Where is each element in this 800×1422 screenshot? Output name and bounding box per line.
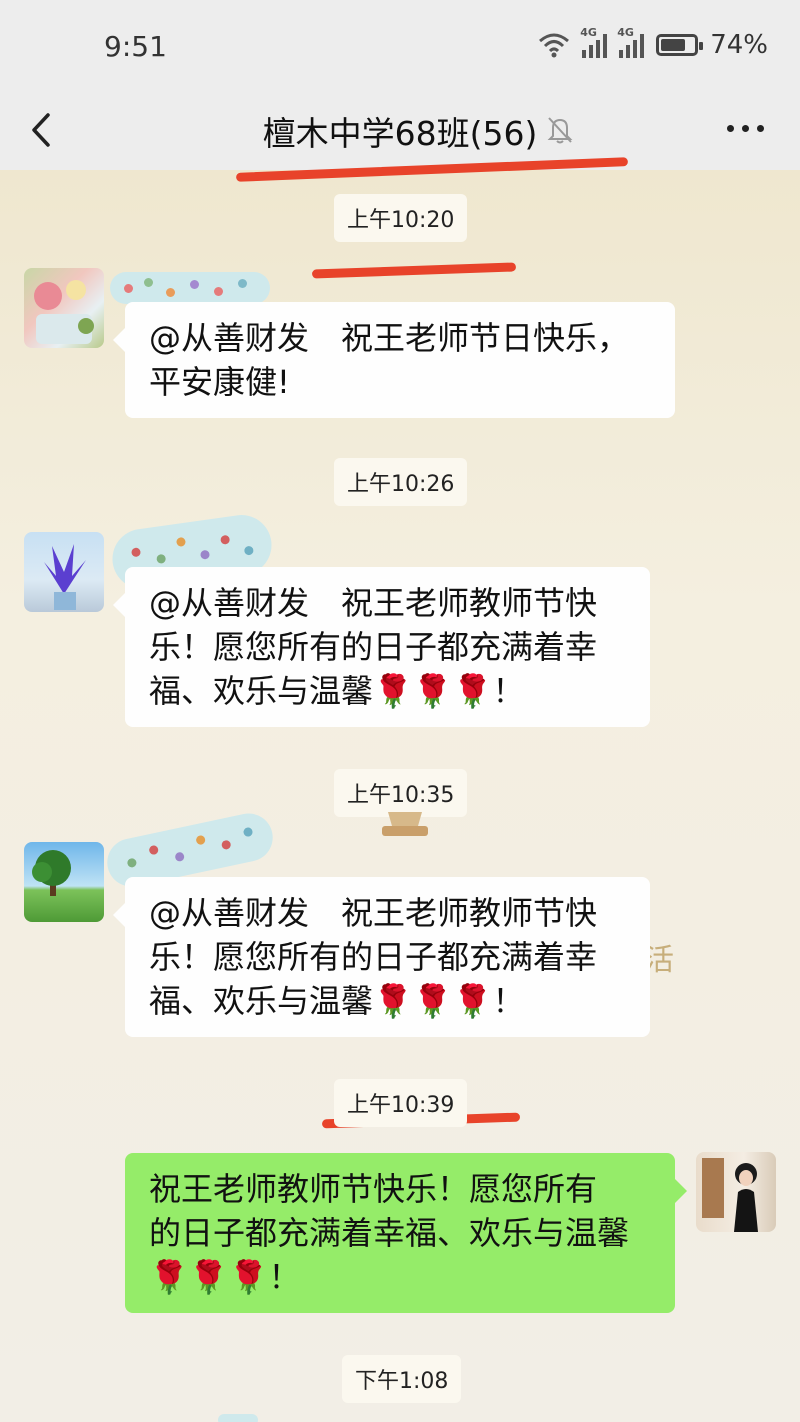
- avatar-image: [34, 280, 94, 344]
- battery-fill: [661, 39, 685, 51]
- signal-icon-2: 4G: [617, 26, 645, 58]
- message-timestamp: 上午10:39: [334, 1079, 468, 1127]
- message-bubble[interactable]: @从善财发 祝王老师教师节快 乐！愿您所有的日子都充满着幸 福、欢乐与温馨🌹🌹🌹…: [113, 877, 650, 1037]
- avatar[interactable]: [24, 532, 104, 612]
- message-bubble[interactable]: @从善财发 祝王老师教师节快 乐！愿您所有的日子都充满着幸 福、欢乐与温馨🌹🌹🌹…: [113, 567, 650, 727]
- message-text: 乐！愿您所有的日子都充满着幸: [149, 938, 598, 976]
- message-text: 🌹🌹🌹！: [149, 1258, 301, 1296]
- chat-title[interactable]: 檀木中学68班(56): [0, 107, 800, 155]
- avatar-image: [702, 1158, 758, 1232]
- avatar[interactable]: [24, 268, 104, 348]
- rose-emoji: 🌹🌹🌹: [149, 1258, 269, 1296]
- rose-emoji: 🌹🌹🌹: [373, 982, 493, 1020]
- message-text: 平安康健!: [149, 363, 290, 401]
- message-text: @从善财发 祝王老师节日快乐，: [149, 319, 630, 357]
- signal-icon: 4G: [580, 26, 608, 58]
- status-bar: 9:51 4G 4G 74%: [0, 0, 800, 95]
- status-icons: 4G 4G 74%: [538, 26, 768, 60]
- message-text: 的日子都充满着幸福、欢乐与温馨: [149, 1214, 630, 1252]
- redacted-sender-name: [110, 272, 270, 304]
- my-message-bubble[interactable]: 祝王老师教师节快乐！愿您所有 的日子都充满着幸福、欢乐与温馨 🌹🌹🌹！: [125, 1153, 687, 1313]
- message-text: 福、欢乐与温馨🌹🌹🌹！: [149, 672, 525, 710]
- avatar-image: [32, 850, 71, 896]
- wifi-icon: [539, 33, 570, 58]
- chat-header: 檀木中学68班(56): [0, 95, 800, 170]
- message-timestamp: 上午10:20: [334, 194, 468, 242]
- message-text: 乐！愿您所有的日子都充满着幸: [149, 628, 598, 666]
- my-avatar[interactable]: [696, 1152, 776, 1232]
- bell-off-icon: [547, 117, 573, 144]
- message-text: 福、欢乐与温馨🌹🌹🌹！: [149, 982, 525, 1020]
- message-bubble[interactable]: @从善财发 祝王老师节日快乐， 平安康健!: [113, 302, 675, 418]
- background-decoration-icon: [382, 812, 428, 836]
- message-timestamp: 下午1:08: [342, 1355, 462, 1403]
- message-timestamp: 上午10:26: [334, 458, 468, 506]
- message-text: @从善财发 祝王老师教师节快: [149, 584, 598, 622]
- message-text: @从善财发 祝王老师教师节快: [149, 894, 598, 932]
- message-text: 祝王老师教师节快乐！愿您所有: [149, 1170, 598, 1208]
- avatar[interactable]: [24, 842, 104, 922]
- rose-emoji: 🌹🌹🌹: [373, 672, 493, 710]
- more-options-button[interactable]: [727, 125, 764, 132]
- redacted-sender-name: [218, 1414, 258, 1422]
- avatar-image: [44, 544, 86, 610]
- battery-icon: [656, 34, 704, 56]
- battery-percent: 74%: [710, 30, 768, 60]
- status-time: 9:51: [104, 30, 167, 63]
